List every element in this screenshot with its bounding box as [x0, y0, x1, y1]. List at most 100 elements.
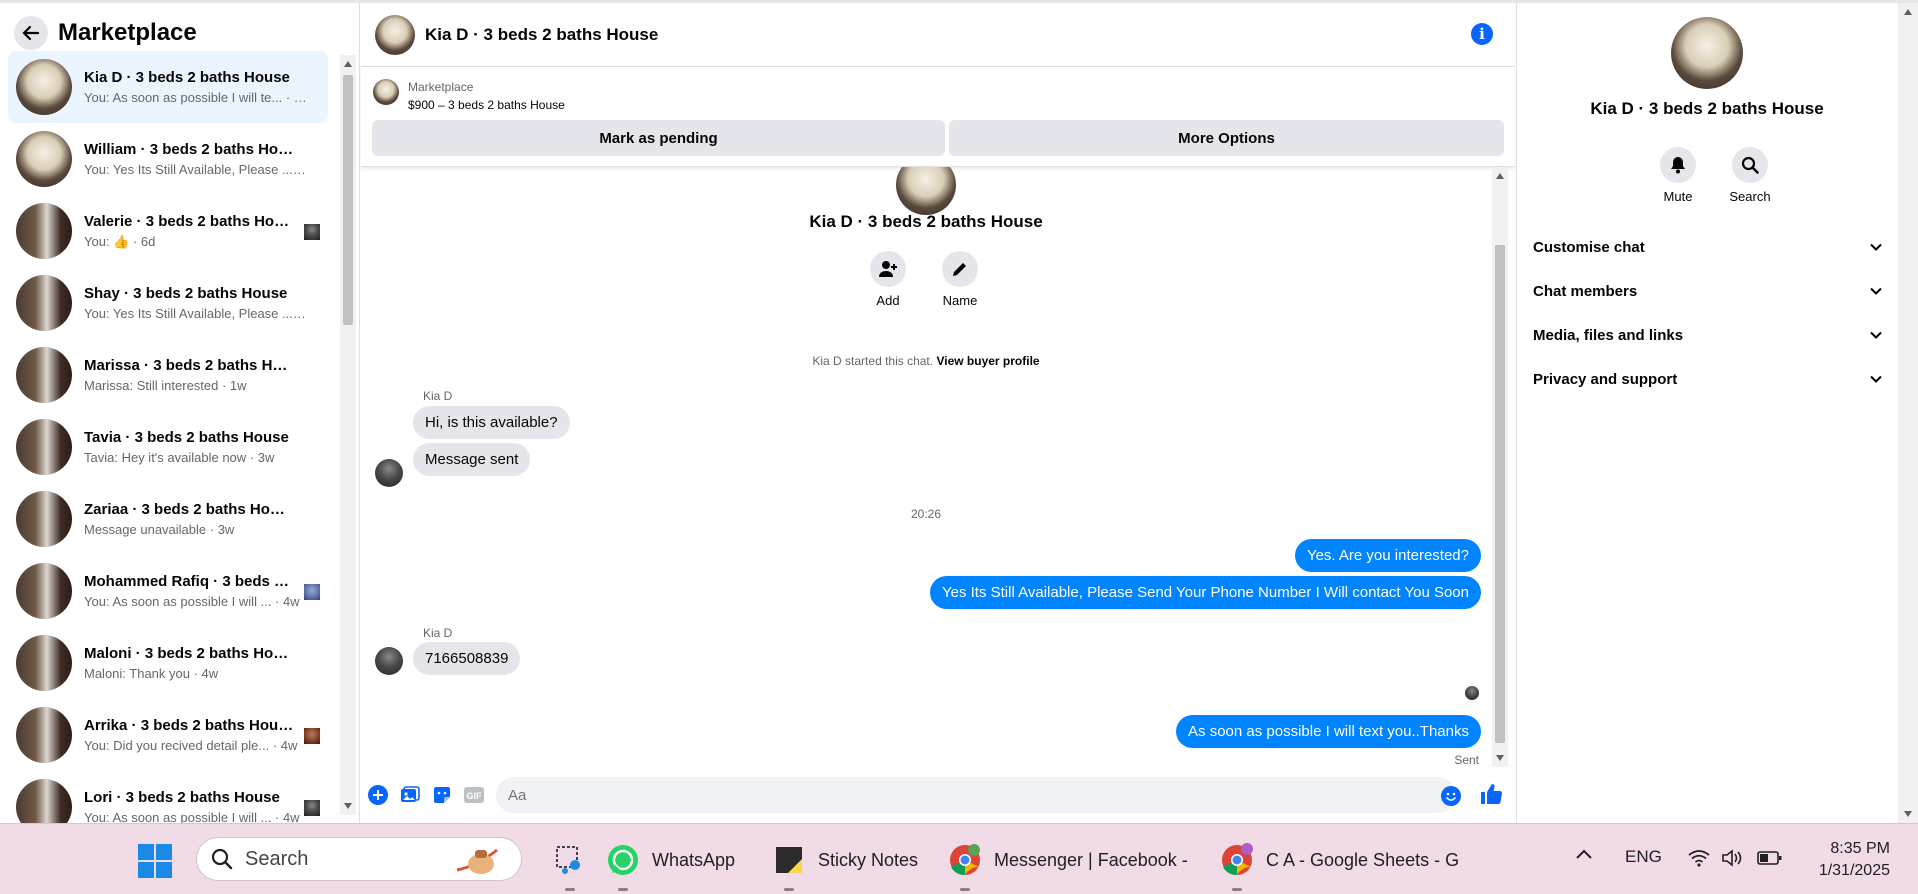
scroll-up-icon[interactable]	[1904, 9, 1912, 15]
scroll-thumb[interactable]	[343, 75, 353, 325]
section-customise-chat[interactable]: Customise chat	[1533, 225, 1883, 269]
incoming-message[interactable]: Message sent	[413, 443, 531, 476]
listing-source: Marketplace	[408, 80, 474, 94]
system-clock[interactable]: 8:35 PM 1/31/2025	[1819, 838, 1890, 882]
conversation-item[interactable]: Zariaa · 3 beds 2 baths House Message una…	[8, 483, 328, 555]
chat-avatar[interactable]	[375, 14, 415, 55]
scroll-thumb[interactable]	[1495, 245, 1505, 743]
conversation-snippet: You: As soon as possible I will ... · 4w	[84, 594, 300, 609]
search-highlight-icon	[456, 848, 498, 874]
conversation-snippet: Maloni: Thank you · 4w	[84, 666, 219, 681]
chat-header: Kia D · 3 beds 2 baths House i	[361, 3, 1515, 67]
wifi-icon[interactable]	[1687, 849, 1711, 872]
mute-button[interactable]: Mute	[1648, 147, 1708, 204]
scroll-up-icon[interactable]	[1496, 173, 1504, 179]
contact-name: Kia D · 3 beds 2 baths House	[1590, 99, 1824, 118]
conversation-item[interactable]: Marissa · 3 beds 2 baths House Marissa: S…	[8, 339, 328, 411]
message-composer: GIF	[361, 769, 1515, 823]
sidebar-scrollbar[interactable]	[340, 55, 356, 815]
running-indicator	[1232, 888, 1242, 891]
conversation-item[interactable]: Arrika · 3 beds 2 baths House You: Did yo…	[8, 699, 328, 771]
search-icon	[1741, 156, 1759, 174]
section-privacy-support[interactable]: Privacy and support	[1533, 357, 1883, 401]
message-status: Sent	[1454, 753, 1479, 767]
conversation-snippet: You: As soon as possible I will ... · 4w	[84, 810, 300, 823]
listing-price-title[interactable]: $900 – 3 beds 2 baths House	[408, 98, 565, 112]
scroll-down-icon[interactable]	[1904, 811, 1912, 817]
conversation-item[interactable]: William · 3 beds 2 baths House You: Yes I…	[8, 123, 328, 195]
conversation-item[interactable]: Valerie · 3 beds 2 baths House You: 👍 · 6…	[8, 195, 328, 267]
message-input[interactable]	[496, 777, 1456, 813]
view-buyer-profile-link[interactable]: View buyer profile	[936, 354, 1039, 368]
contact-avatar[interactable]	[1671, 17, 1743, 89]
sender-avatar[interactable]	[375, 647, 403, 675]
conversation-item[interactable]: Lori · 3 beds 2 baths House You: As soon …	[8, 771, 328, 823]
incoming-message[interactable]: Hi, is this available?	[413, 406, 570, 439]
taskbar-app-google-sheets-chrome[interactable]: C A - Google Sheets - G	[1220, 838, 1459, 891]
info-icon[interactable]: i	[1471, 23, 1493, 45]
conversation-item[interactable]: Shay · 3 beds 2 baths House You: Yes Its …	[8, 267, 328, 339]
section-label: Chat members	[1533, 282, 1638, 300]
sender-avatar[interactable]	[375, 459, 403, 487]
page-scrollbar[interactable]	[1898, 3, 1918, 823]
battery-icon[interactable]	[1757, 850, 1783, 871]
whatsapp-icon	[606, 843, 640, 877]
scroll-up-icon[interactable]	[344, 61, 352, 67]
outgoing-message[interactable]: Yes. Are you interested?	[1294, 539, 1481, 572]
conversation-item[interactable]: Mohammed Rafiq · 3 beds 2... You: As soon…	[8, 555, 328, 627]
emoji-icon[interactable]	[1441, 786, 1461, 810]
conversation-snippet: You: Did you recived detail ple... · 4w	[84, 738, 298, 753]
chat-pane: Kia D · 3 beds 2 baths House i Marketpla…	[361, 3, 1515, 823]
language-indicator[interactable]: ENG	[1625, 847, 1662, 867]
taskbar-app-messenger-chrome[interactable]: Messenger | Facebook -	[948, 838, 1188, 891]
scroll-down-icon[interactable]	[344, 803, 352, 809]
conversation-name: Valerie · 3 beds 2 baths House	[84, 212, 294, 230]
section-media-files-links[interactable]: Media, files and links	[1533, 313, 1883, 357]
thumbs-up-icon[interactable]	[1479, 782, 1503, 810]
listing-thumbnail	[16, 275, 72, 331]
taskbar-search-box[interactable]: Search	[196, 837, 522, 881]
chat-title[interactable]: Kia D · 3 beds 2 baths House	[425, 25, 658, 45]
app-label: WhatsApp	[652, 849, 736, 870]
chrome-icon	[1220, 843, 1254, 877]
gallery-icon[interactable]	[399, 784, 421, 806]
outgoing-message[interactable]: As soon as possible I will text you..Tha…	[1176, 715, 1481, 748]
listing-thumbnail[interactable]	[373, 79, 399, 105]
seen-avatar	[304, 584, 320, 600]
mark-as-pending-button[interactable]: Mark as pending	[372, 120, 945, 156]
section-label: Privacy and support	[1533, 370, 1678, 388]
app-label: Sticky Notes	[818, 849, 919, 870]
plus-icon[interactable]	[367, 784, 389, 806]
message-thread: Kia D · 3 beds 2 baths House Add Name Ki…	[361, 167, 1491, 767]
seen-avatar	[1465, 686, 1479, 700]
conversation-snippet: You: Yes Its Still Available, Please ...…	[84, 306, 309, 321]
conversation-snippet: Tavia: Hey it's available now · 3w	[84, 450, 275, 465]
chevron-up-icon[interactable]	[1574, 846, 1594, 866]
snipping-tool-app[interactable]	[553, 838, 599, 891]
incoming-message[interactable]: 7166508839	[413, 642, 521, 675]
search-button[interactable]: Search	[1720, 147, 1780, 204]
more-options-button[interactable]: More Options	[949, 120, 1504, 156]
outgoing-message[interactable]: Yes Its Still Available, Please Send You…	[929, 576, 1481, 609]
listing-banner: Marketplace $900 – 3 beds 2 baths House …	[361, 67, 1515, 167]
started-text: Kia D started this chat.	[812, 354, 934, 368]
windows-start-icon[interactable]	[138, 844, 172, 882]
taskbar-app-whatsapp[interactable]: WhatsApp	[606, 838, 736, 891]
volume-icon[interactable]	[1721, 849, 1745, 872]
back-button[interactable]	[14, 16, 48, 50]
conversation-item[interactable]: Maloni · 3 beds 2 baths House Maloni: Tha…	[8, 627, 328, 699]
conversation-item[interactable]: Tavia · 3 beds 2 baths House Tavia: Hey i…	[8, 411, 328, 483]
name-button[interactable]: Name	[930, 251, 990, 308]
conversation-snippet: You: As soon as possible I will te... · …	[84, 90, 309, 105]
chat-scrollbar[interactable]	[1492, 167, 1508, 767]
gif-icon[interactable]: GIF	[463, 784, 485, 806]
conversation-list: Kia D · 3 beds 2 baths House You: As soon…	[8, 51, 328, 823]
scroll-down-icon[interactable]	[1496, 755, 1504, 761]
section-chat-members[interactable]: Chat members	[1533, 269, 1883, 313]
listing-thumbnail	[16, 347, 72, 403]
conversation-item[interactable]: Kia D · 3 beds 2 baths House You: As soon…	[8, 51, 328, 123]
chevron-down-icon	[1870, 287, 1882, 295]
add-button[interactable]: Add	[858, 251, 918, 308]
sticker-icon[interactable]	[431, 784, 453, 806]
taskbar-app-sticky-notes[interactable]: Sticky Notes	[772, 838, 919, 891]
